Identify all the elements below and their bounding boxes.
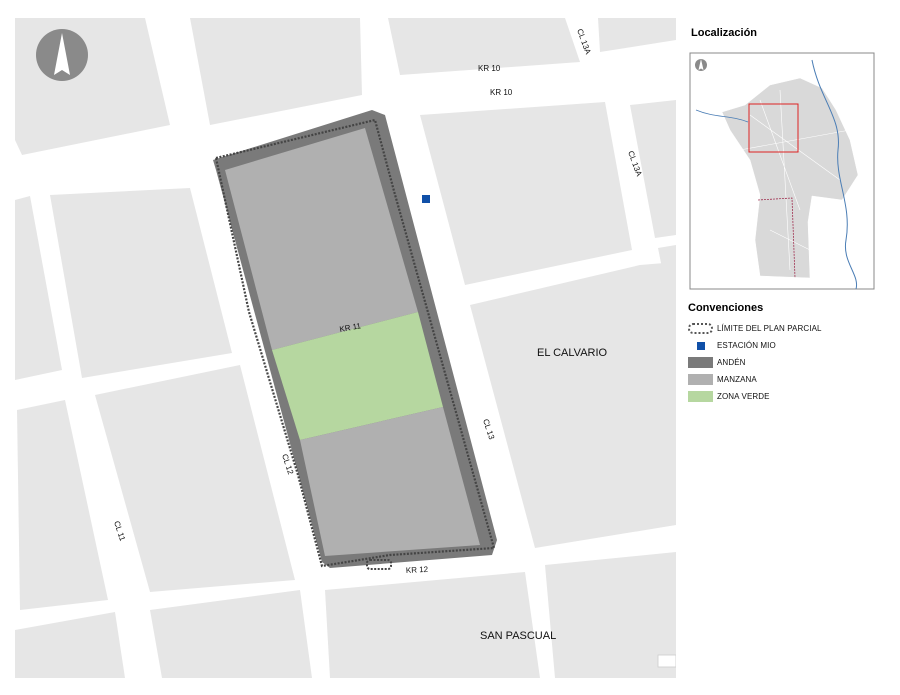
legend-label: MANZANA: [717, 375, 757, 384]
convenciones-title: Convenciones: [688, 302, 764, 314]
legend-item-zona-verde: ZONA VERDE: [688, 388, 888, 405]
block: [545, 552, 676, 678]
label-san-pascual: SAN PASCUAL: [480, 630, 556, 642]
legend-label: LÍMITE DEL PLAN PARCIAL: [717, 324, 822, 333]
station-square-icon: [697, 341, 705, 350]
label-kr12: KR 12: [406, 565, 429, 575]
zona-verde-swatch: [688, 391, 713, 402]
estacion-mio-marker: [422, 195, 430, 203]
localizacion-title: Localización: [691, 27, 758, 39]
dotted-boundary-icon: [688, 323, 713, 334]
block: [325, 572, 540, 678]
label-kr10-top: KR 10: [478, 64, 501, 73]
label-el-calvario: EL CALVARIO: [537, 347, 608, 359]
legend-label: ZONA VERDE: [717, 392, 770, 401]
inset-north-arrow-icon: [695, 59, 707, 71]
north-arrow-icon: [36, 29, 88, 81]
location-inset-map: [689, 52, 875, 290]
legend-item-estacion: ESTACIÓN MIO: [688, 337, 888, 354]
legend-item-manzana: MANZANA: [688, 371, 888, 388]
label-kr10-lower: KR 10: [490, 88, 513, 97]
legend: LÍMITE DEL PLAN PARCIAL ESTACIÓN MIO AND…: [688, 320, 888, 405]
manzana-swatch: [688, 374, 713, 385]
legend-label: ESTACIÓN MIO: [717, 341, 776, 350]
legend-label: ANDÉN: [717, 358, 746, 367]
anden-swatch: [688, 357, 713, 368]
legend-item-limite: LÍMITE DEL PLAN PARCIAL: [688, 320, 888, 337]
legend-item-anden: ANDÉN: [688, 354, 888, 371]
block: [657, 654, 676, 668]
